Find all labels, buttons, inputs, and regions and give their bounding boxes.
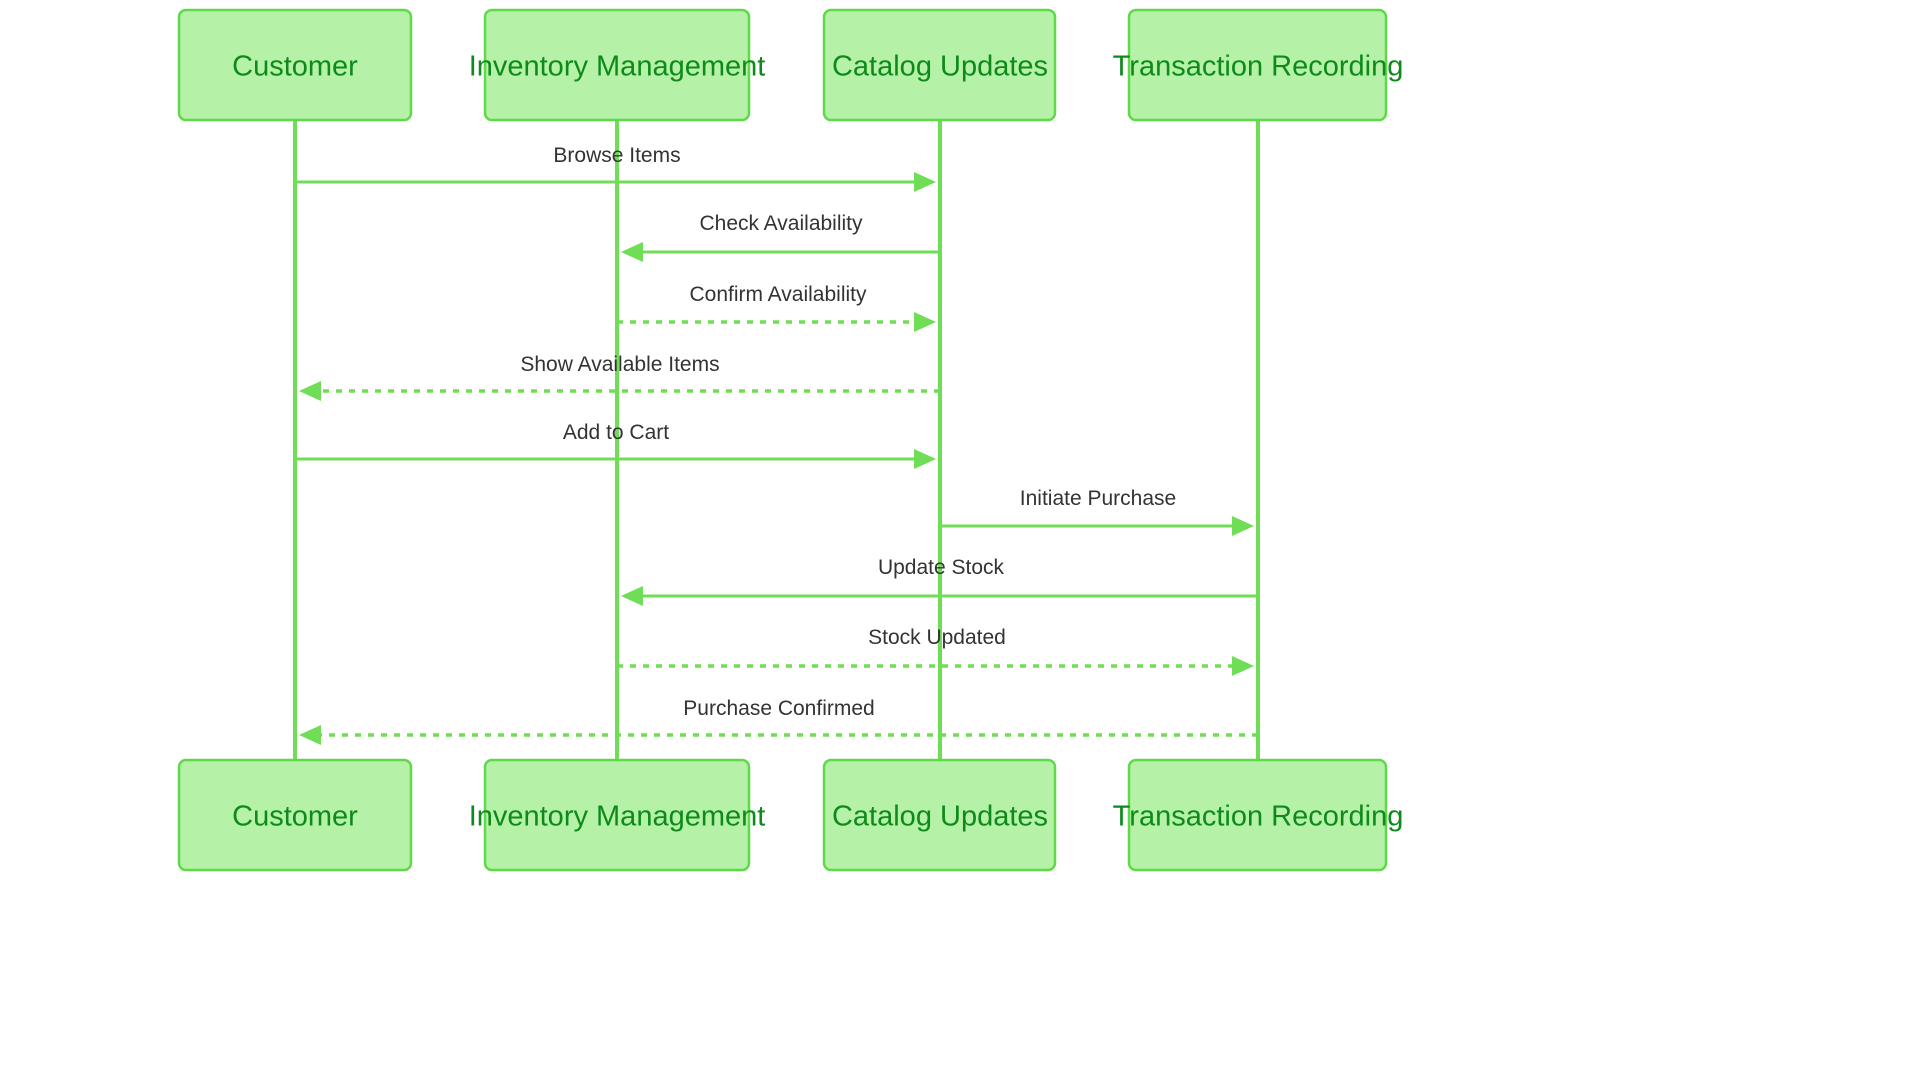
participant-top-inventory[interactable]: Inventory Management (469, 8, 766, 122)
arrowhead-left-icon (299, 725, 321, 745)
participant-bottom-transaction[interactable]: Transaction Recording (1113, 758, 1404, 872)
participant-label: Transaction Recording (1113, 51, 1404, 83)
message-stock-updated[interactable]: Stock Updated (617, 626, 1254, 676)
arrowhead-left-icon (299, 381, 321, 401)
arrowhead-right-icon (914, 449, 936, 469)
message-label: Confirm Availability (689, 283, 867, 306)
message-label: Show Available Items (520, 353, 719, 376)
sequence-diagram-canvas: Customer Inventory Management Catalog Up… (0, 0, 1920, 1080)
participant-label: Transaction Recording (1113, 801, 1404, 833)
arrowhead-right-icon (914, 312, 936, 332)
message-label: Check Availability (699, 212, 863, 235)
message-label: Add to Cart (563, 421, 669, 444)
participant-label: Inventory Management (469, 51, 766, 83)
message-initiate-purchase[interactable]: Initiate Purchase (940, 487, 1254, 536)
arrowhead-right-icon (1232, 656, 1254, 676)
participant-top-customer[interactable]: Customer (177, 8, 413, 122)
message-purchase-confirmed[interactable]: Purchase Confirmed (299, 697, 1258, 745)
participant-footer-row: Customer Inventory Management Catalog Up… (177, 758, 1404, 872)
message-label: Browse Items (553, 144, 680, 167)
arrowhead-left-icon (621, 586, 643, 606)
participant-label: Catalog Updates (832, 801, 1048, 833)
participant-label: Catalog Updates (832, 51, 1048, 83)
sequence-diagram-svg: Customer Inventory Management Catalog Up… (177, 8, 1404, 872)
participant-top-catalog[interactable]: Catalog Updates (822, 8, 1057, 122)
message-confirm-availability[interactable]: Confirm Availability (617, 283, 936, 332)
messages-group: Browse Items Check Availability Confirm … (295, 144, 1258, 745)
participant-bottom-catalog[interactable]: Catalog Updates (822, 758, 1057, 872)
arrowhead-right-icon (1232, 516, 1254, 536)
participant-label: Customer (232, 801, 358, 833)
message-label: Stock Updated (868, 626, 1006, 649)
message-label: Initiate Purchase (1020, 487, 1176, 510)
participant-bottom-inventory[interactable]: Inventory Management (469, 758, 766, 872)
message-show-available-items[interactable]: Show Available Items (299, 353, 940, 401)
participant-header-row: Customer Inventory Management Catalog Up… (177, 8, 1404, 122)
arrowhead-left-icon (621, 242, 643, 262)
participant-label: Inventory Management (469, 801, 766, 833)
participant-label: Customer (232, 51, 358, 83)
participant-top-transaction[interactable]: Transaction Recording (1113, 8, 1404, 122)
arrowhead-right-icon (914, 172, 936, 192)
message-label: Update Stock (878, 556, 1005, 579)
message-label: Purchase Confirmed (683, 697, 874, 720)
message-check-availability[interactable]: Check Availability (621, 212, 940, 262)
participant-bottom-customer[interactable]: Customer (177, 758, 413, 872)
